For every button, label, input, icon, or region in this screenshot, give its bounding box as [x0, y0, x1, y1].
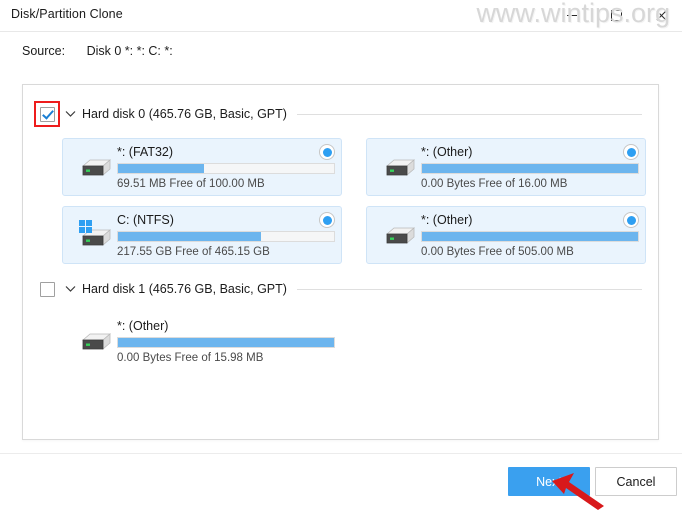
usage-bar [421, 231, 639, 242]
source-row: Source: Disk 0 *: *: C: *: [22, 44, 173, 58]
usage-bar [117, 231, 335, 242]
usage-bar-fill [422, 232, 638, 241]
disk-1-partition-grid: *: (Other) 0.00 Bytes Free of 15.98 MB [23, 302, 658, 370]
minimize-button[interactable] [550, 0, 594, 30]
disk-0-checkbox[interactable] [39, 106, 55, 122]
disk-1-checkbox[interactable] [39, 281, 55, 297]
usage-bar [117, 163, 335, 174]
partition-name: *: (Other) [421, 145, 473, 159]
partition-radio[interactable] [623, 144, 639, 160]
partition-body: *: (Other) 0.00 Bytes Free of 16.00 MB [421, 139, 645, 195]
disk-group-header-1[interactable]: Hard disk 1 (465.76 GB, Basic, GPT) [23, 276, 658, 302]
maximize-icon [610, 9, 622, 21]
windows-logo-badge [79, 220, 92, 233]
partition-free-space: 217.55 GB Free of 465.15 GB [117, 246, 270, 258]
close-button[interactable] [638, 0, 682, 30]
disk-1-title: Hard disk 1 (465.76 GB, Basic, GPT) [82, 282, 287, 296]
partition-body: *: (Other) 0.00 Bytes Free of 15.98 MB [117, 313, 341, 369]
disk-group-header-0[interactable]: Hard disk 0 (465.76 GB, Basic, GPT) [23, 101, 658, 127]
source-label: Source: [22, 44, 66, 58]
partition-name: *: (Other) [117, 319, 169, 333]
external-drive-icon [71, 147, 117, 187]
close-icon [655, 10, 666, 21]
partition-free-space: 0.00 Bytes Free of 505.00 MB [421, 246, 574, 258]
disk-0-checkbox-wrap[interactable] [34, 101, 60, 127]
external-drive-icon [375, 147, 421, 187]
minimize-icon [567, 14, 577, 16]
partition-card[interactable]: C: (NTFS) 217.55 GB Free of 465.15 GB [62, 206, 342, 264]
partition-free-space: 0.00 Bytes Free of 16.00 MB [421, 178, 568, 190]
usage-bar [117, 337, 335, 348]
partition-name: *: (Other) [421, 213, 473, 227]
windows-drive-icon [71, 215, 117, 255]
partition-radio[interactable] [319, 144, 335, 160]
partition-card[interactable]: *: (FAT32) 69.51 MB Free of 100.00 MB [62, 138, 342, 196]
external-drive-icon [71, 321, 117, 361]
disk-0-divider [296, 113, 642, 115]
partition-name: C: (NTFS) [117, 213, 174, 227]
partition-body: *: (Other) 0.00 Bytes Free of 505.00 MB [421, 207, 645, 263]
partition-name: *: (FAT32) [117, 145, 174, 159]
disk-0-title: Hard disk 0 (465.76 GB, Basic, GPT) [82, 107, 287, 121]
chevron-down-icon-disk-1[interactable] [62, 285, 78, 293]
partition-card[interactable]: *: (Other) 0.00 Bytes Free of 16.00 MB [366, 138, 646, 196]
usage-bar-fill [422, 164, 638, 173]
window-title: Disk/Partition Clone [11, 7, 123, 21]
partition-radio[interactable] [319, 212, 335, 228]
external-drive-icon [375, 215, 421, 255]
cancel-button[interactable]: Cancel [595, 467, 677, 496]
disk-1-divider [296, 288, 642, 290]
partition-body: *: (FAT32) 69.51 MB Free of 100.00 MB [117, 139, 341, 195]
source-value: Disk 0 *: *: C: *: [86, 44, 173, 58]
footer-separator [0, 453, 682, 454]
maximize-button[interactable] [594, 0, 638, 30]
partition-free-space: 69.51 MB Free of 100.00 MB [117, 178, 265, 190]
partition-card[interactable]: *: (Other) 0.00 Bytes Free of 505.00 MB [366, 206, 646, 264]
partition-card[interactable]: *: (Other) 0.00 Bytes Free of 15.98 MB [62, 312, 342, 370]
title-bar: Disk/Partition Clone [0, 0, 682, 32]
usage-bar-fill [118, 232, 261, 241]
usage-bar-fill [118, 338, 334, 347]
partition-free-space: 0.00 Bytes Free of 15.98 MB [117, 352, 264, 364]
disk-0-partition-grid: *: (FAT32) 69.51 MB Free of 100.00 MB *: [23, 127, 658, 264]
disk-1-checkbox-wrap[interactable] [36, 278, 58, 300]
partition-radio[interactable] [623, 212, 639, 228]
usage-bar-fill [118, 164, 205, 173]
next-button[interactable]: Next [508, 467, 590, 496]
chevron-down-icon-disk-0[interactable] [62, 110, 78, 118]
partition-body: C: (NTFS) 217.55 GB Free of 465.15 GB [117, 207, 341, 263]
disk-list-panel: Hard disk 0 (465.76 GB, Basic, GPT) *: (… [22, 84, 659, 440]
usage-bar [421, 163, 639, 174]
